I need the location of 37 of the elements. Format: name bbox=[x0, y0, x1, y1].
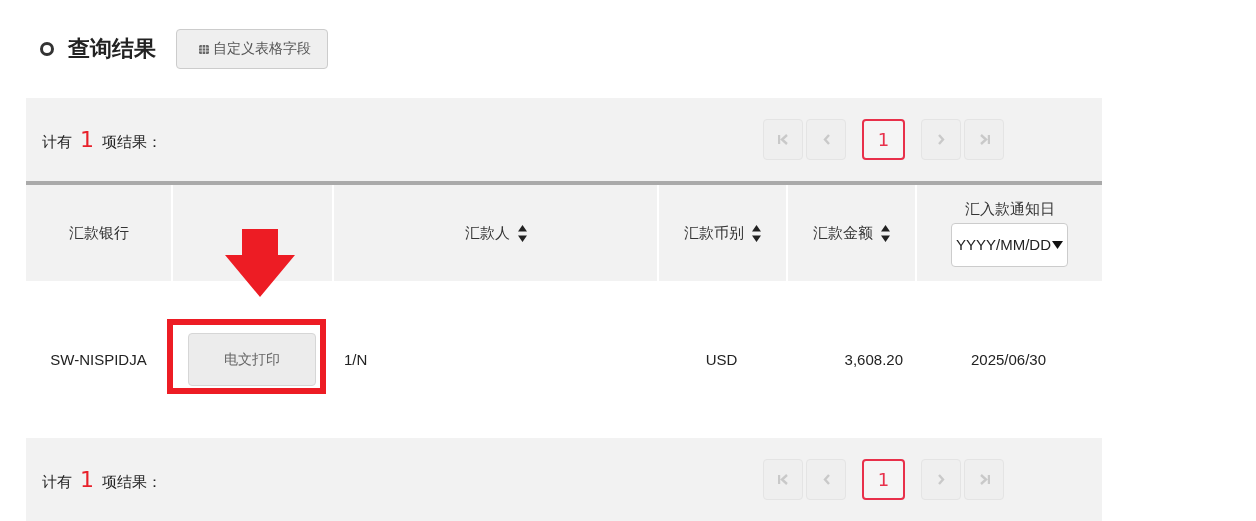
down-arrow-icon bbox=[225, 229, 295, 297]
result-count: 1 bbox=[80, 467, 94, 492]
next-icon bbox=[937, 134, 945, 145]
next-icon bbox=[937, 474, 945, 485]
column-header: 汇款人 bbox=[464, 223, 510, 243]
table-cell: USD bbox=[705, 351, 738, 368]
caret-icon bbox=[1052, 240, 1063, 249]
last-page-icon bbox=[978, 474, 990, 485]
first-page-icon bbox=[777, 474, 789, 485]
bullet-icon bbox=[40, 42, 54, 56]
previous-icon bbox=[822, 134, 830, 145]
result-count-label: 计有 bbox=[42, 473, 72, 492]
page-button[interactable]: 1 bbox=[862, 459, 905, 500]
column-header: 汇款银行 bbox=[68, 223, 129, 243]
previous-icon bbox=[822, 474, 830, 485]
first-page-icon bbox=[777, 134, 789, 145]
sort-icon[interactable] bbox=[752, 224, 761, 242]
page-button[interactable]: 1 bbox=[862, 119, 905, 160]
result-count-label: 计有 bbox=[42, 133, 72, 152]
print-button[interactable]: 电文打印 bbox=[187, 333, 316, 386]
result-count: 1 bbox=[80, 127, 94, 152]
table-cell: 3,608.20 bbox=[844, 351, 903, 368]
table-cell: 2025/06/30 bbox=[970, 351, 1047, 368]
date-filter-dropdown[interactable]: YYYY/MM/DD bbox=[951, 222, 1068, 267]
result-count-label: 项结果： bbox=[102, 473, 162, 492]
result-count-label: 项结果： bbox=[102, 133, 162, 152]
column-header: 汇款金额 bbox=[813, 223, 873, 243]
column-header: 汇款币别 bbox=[684, 223, 744, 243]
last-page-icon bbox=[978, 134, 990, 145]
column-header: 汇入款通知日 bbox=[964, 199, 1055, 219]
table-cell: 1/N bbox=[344, 351, 368, 368]
customize-fields-button[interactable]: 自定义表格字段 bbox=[176, 29, 328, 69]
table-cell: SW-NISPIDJA bbox=[50, 351, 147, 368]
sort-icon[interactable] bbox=[517, 224, 527, 242]
grid-icon bbox=[199, 44, 209, 54]
section-title: 查询结果 bbox=[68, 35, 156, 63]
sort-icon[interactable] bbox=[881, 224, 890, 242]
